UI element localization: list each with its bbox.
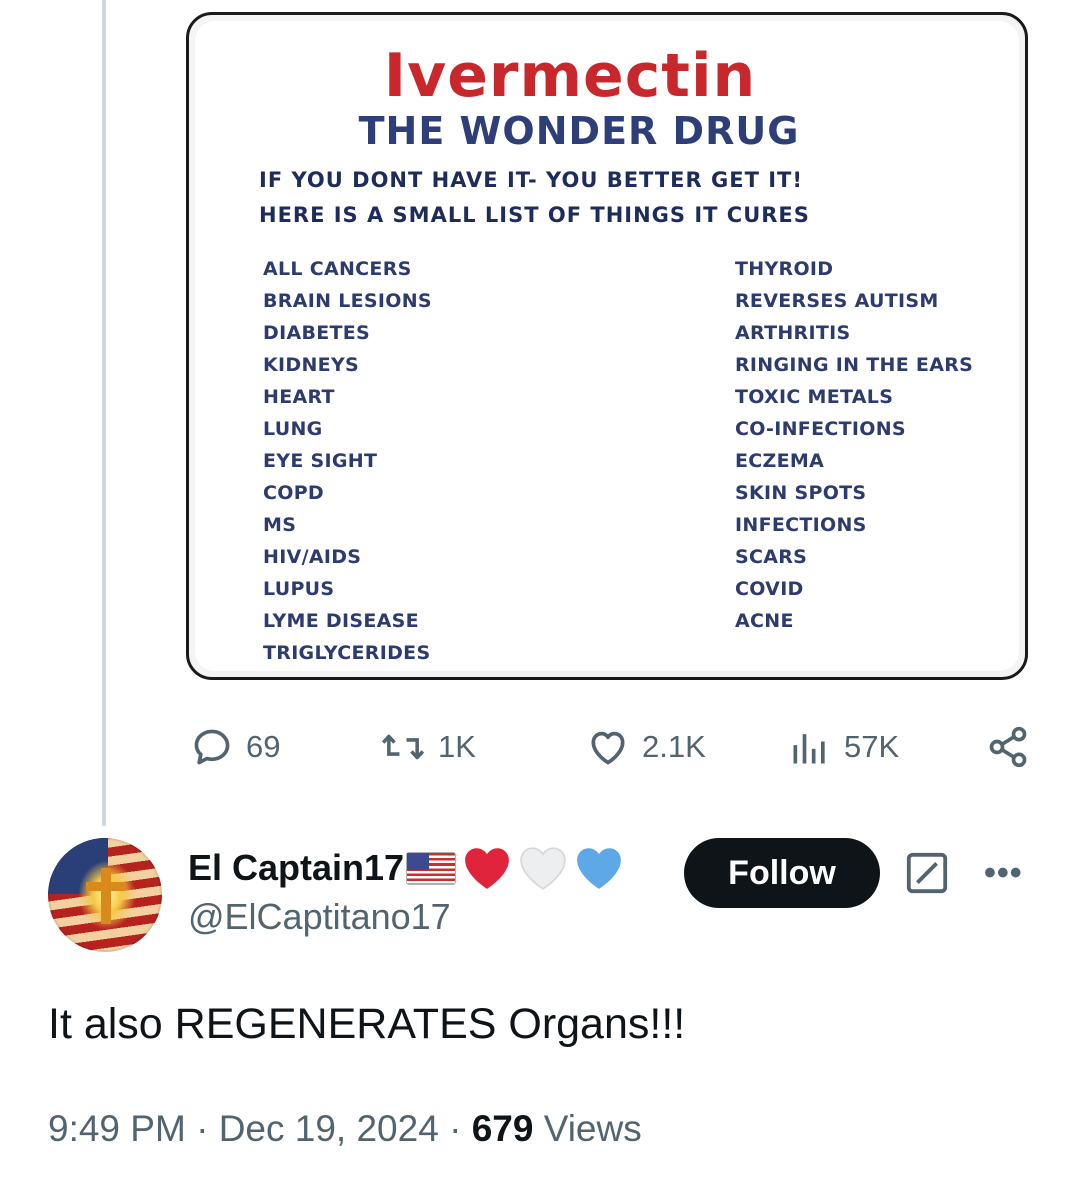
cure-item: EYE SIGHT	[263, 450, 378, 472]
cure-item: REVERSES AUTISM	[735, 290, 939, 312]
cure-item: SCARS	[735, 546, 808, 568]
reply-author-name[interactable]: El Captain17	[188, 846, 624, 890]
cure-item: INFECTIONS	[735, 514, 867, 536]
cures-list-right: THYROID REVERSES AUTISM ARTHRITIS RINGIN…	[735, 253, 973, 637]
cure-item: SKIN SPOTS	[735, 482, 867, 504]
cure-item: RINGING IN THE EARS	[735, 354, 974, 376]
like-count: 2.1K	[642, 729, 706, 764]
cure-item: COVID	[735, 578, 804, 600]
reply-icon	[194, 729, 230, 765]
cure-item: TRIGLYCERIDES	[263, 642, 431, 664]
white-heart-icon	[520, 847, 566, 890]
image-subtitle: THE WONDER DRUG	[358, 109, 800, 153]
cure-item: BRAIN LESIONS	[263, 290, 432, 312]
tweet-text: It also REGENERATES Organs!!!	[48, 1000, 686, 1048]
tweet-metadata: 9:49 PM · Dec 19, 2024 · 679 Views	[48, 1108, 642, 1150]
cure-item: ARTHRITIS	[735, 322, 851, 344]
views-icon	[793, 734, 825, 764]
views-count: 57K	[844, 729, 900, 764]
image-list-heading: HERE IS A SMALL LIST OF THINGS IT CURES	[259, 203, 810, 227]
tweet-image[interactable]: Ivermectin THE WONDER DRUG IF YOU DONT H…	[186, 12, 1028, 680]
share-button[interactable]	[986, 722, 1030, 772]
cross-icon-bar	[86, 882, 126, 891]
cure-item: ACNE	[735, 610, 794, 632]
cure-item: MS	[263, 514, 297, 536]
cure-item: LUNG	[263, 418, 323, 440]
retweet-icon	[381, 734, 425, 760]
like-icon	[591, 731, 625, 765]
blue-heart-icon	[577, 848, 621, 889]
cure-item: CO-INFECTIONS	[735, 418, 906, 440]
user-handle[interactable]: @ElCaptitano17	[188, 896, 451, 938]
more-options-icon[interactable]: •••	[984, 856, 1023, 890]
tweet-views-count: 679	[471, 1108, 534, 1149]
red-heart-icon	[465, 848, 509, 889]
us-flag-icon	[406, 851, 457, 885]
cure-item: COPD	[263, 482, 324, 504]
cure-item: THYROID	[735, 258, 834, 280]
cure-item: ALL CANCERS	[263, 258, 412, 280]
like-button[interactable]: 2.1K	[586, 722, 706, 772]
thread-connector-line	[102, 0, 106, 826]
views-button[interactable]: 57K	[788, 722, 899, 772]
reply-button[interactable]: 69	[190, 722, 280, 772]
follow-button[interactable]: Follow	[684, 838, 880, 908]
tweet-views-label: Views	[543, 1108, 642, 1149]
image-title: Ivermectin	[383, 41, 757, 111]
tweet-time[interactable]: 9:49 PM	[48, 1108, 186, 1149]
cure-item: LUPUS	[263, 578, 335, 600]
meta-separator: ·	[196, 1108, 209, 1149]
cross-icon	[101, 868, 111, 924]
retweet-count: 1K	[438, 729, 476, 764]
retweet-button[interactable]: 1K	[380, 722, 476, 772]
cure-item: KIDNEYS	[263, 354, 359, 376]
grok-icon[interactable]	[904, 850, 950, 896]
image-content: Ivermectin THE WONDER DRUG IF YOU DONT H…	[195, 21, 1019, 671]
cure-item: DIABETES	[263, 322, 371, 344]
reply-count: 69	[246, 729, 281, 764]
tweet-date[interactable]: Dec 19, 2024	[219, 1108, 439, 1149]
cures-list-left: ALL CANCERS BRAIN LESIONS DIABETES KIDNE…	[263, 253, 432, 669]
cure-item: HEART	[263, 386, 335, 408]
image-tagline: IF YOU DONT HAVE IT- YOU BETTER GET IT!	[259, 168, 803, 192]
display-name: El Captain17	[188, 847, 405, 888]
cure-item: TOXIC METALS	[735, 386, 894, 408]
share-icon	[989, 726, 1027, 768]
avatar[interactable]	[48, 838, 162, 952]
cure-item: LYME DISEASE	[263, 610, 419, 632]
tweet-action-bar: 69 1K 2.1K 57K	[186, 722, 1036, 772]
cure-item: HIV/AIDS	[263, 546, 362, 568]
meta-separator: ·	[449, 1108, 462, 1149]
cure-item: ECZEMA	[735, 450, 825, 472]
